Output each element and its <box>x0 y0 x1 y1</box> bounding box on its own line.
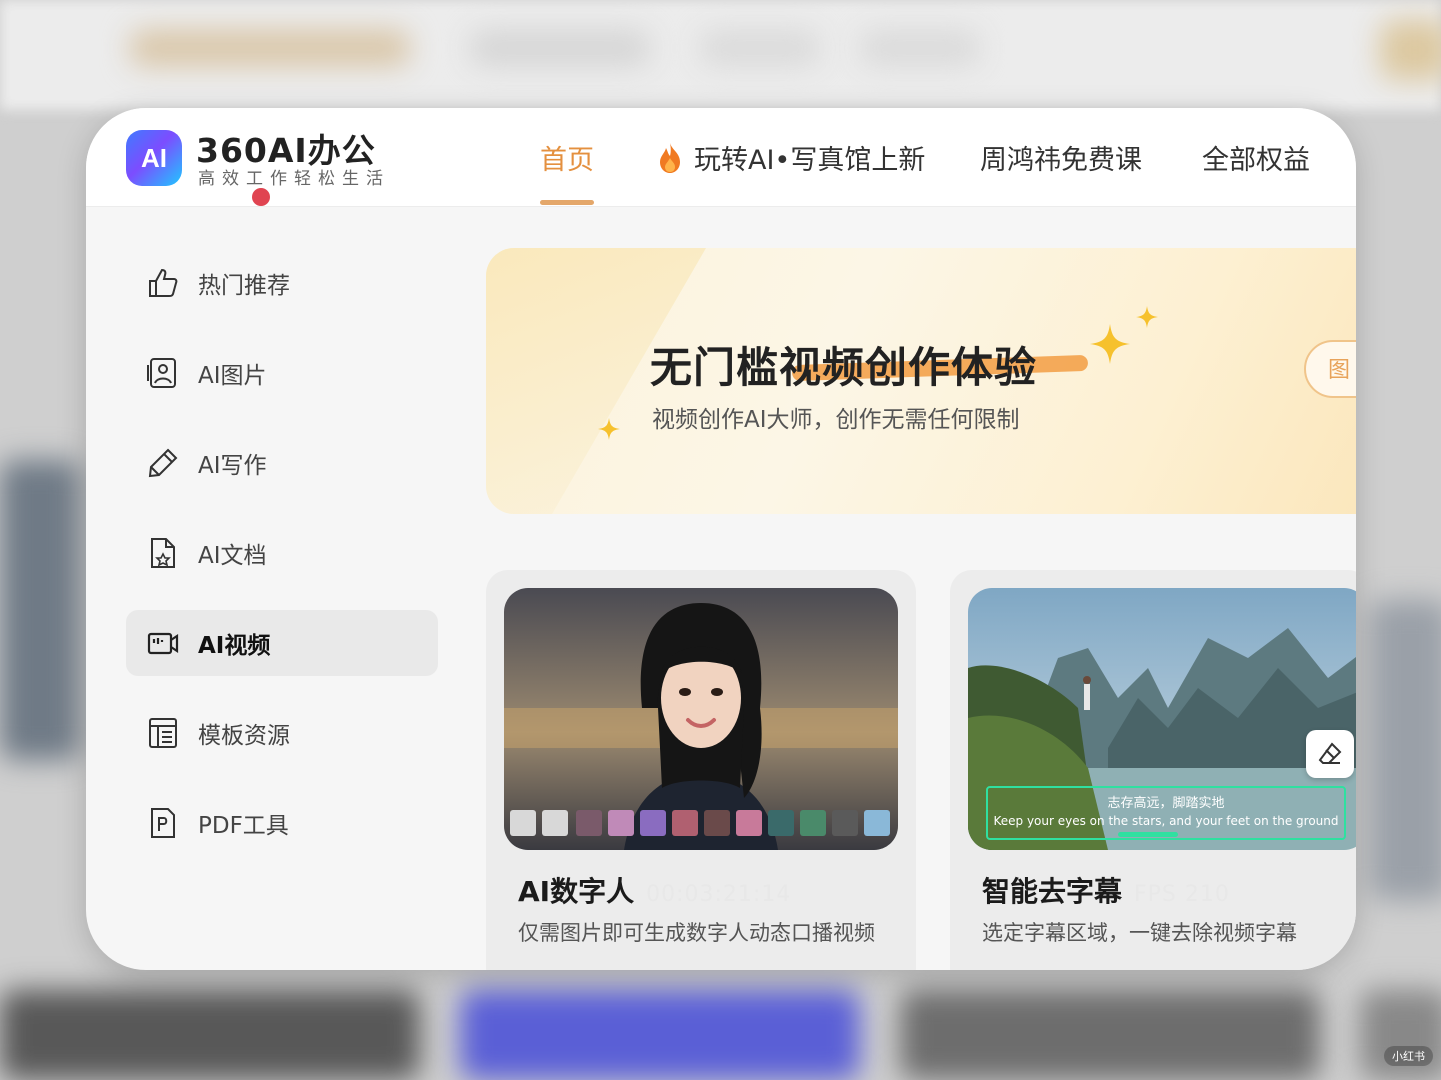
digital-human-preview <box>504 588 898 850</box>
sidebar-label: 热门推荐 <box>198 273 290 299</box>
sidebar-item-hot[interactable]: 热门推荐 <box>126 250 438 316</box>
fps-overlay: FPS 210 <box>1134 882 1230 907</box>
sidebar-label: PDF工具 <box>198 813 289 839</box>
card-description: 选定字幕区域，一键去除视频字幕 <box>982 921 1297 945</box>
sidebar-label: AI写作 <box>198 453 267 479</box>
subtitle-text-en: Keep your eyes on the stars, and your fe… <box>993 814 1339 828</box>
sidebar-label: AI图片 <box>198 363 267 389</box>
feature-card-digital-human[interactable]: AI数字人 00:03:21:14 仅需图片即可生成数字人动态口播视频 <box>486 570 916 970</box>
sidebar: 热门推荐 AI图片 AI写作 AI文档 AI视频 模板资源 PDF工具 <box>86 206 466 970</box>
nav-free-course[interactable]: 周鸿祎免费课 <box>980 138 1142 177</box>
card-title: 智能去字幕 FPS 210 <box>982 875 1230 908</box>
sparkle-icon <box>1136 306 1158 328</box>
eraser-button[interactable] <box>1306 730 1354 778</box>
watermark: 小红书 <box>1384 1046 1433 1066</box>
card-title: AI数字人 00:03:21:14 <box>518 875 792 908</box>
sidebar-item-ai-video[interactable]: AI视频 <box>126 610 438 676</box>
notification-dot <box>252 188 270 206</box>
pen-icon <box>148 448 178 478</box>
sidebar-label: AI文档 <box>198 543 267 569</box>
feature-card-remove-subtitles[interactable]: 志存高远，脚踏实地 Keep your eyes on the stars, a… <box>950 570 1356 970</box>
nav-active-underline <box>540 200 594 205</box>
document-icon <box>151 538 175 568</box>
sidebar-label: 模板资源 <box>198 723 290 749</box>
timecode-overlay: 00:03:21:14 <box>646 882 792 907</box>
banner-subtitle: 视频创作AI大师，创作无需任何限制 <box>652 407 1020 433</box>
logo-badge[interactable]: AI <box>126 130 182 186</box>
subtitle-text-cn: 志存高远，脚踏实地 <box>1107 796 1225 811</box>
pdf-icon <box>151 808 175 838</box>
app-window: AI 360AI办公 高效工作轻松生活 首页 玩转AI•写真馆上新 周鸿祎免费课… <box>86 108 1356 970</box>
selection-handle[interactable] <box>1118 832 1178 837</box>
sidebar-item-ai-doc[interactable]: AI文档 <box>126 520 438 586</box>
portrait-illustration <box>504 588 898 850</box>
nav-ai-photo-studio[interactable]: 玩转AI•写真馆上新 <box>656 138 925 177</box>
top-header: AI 360AI办公 高效工作轻松生活 首页 玩转AI•写真馆上新 周鸿祎免费课… <box>86 108 1356 207</box>
thumbs-up-icon <box>149 268 178 297</box>
promo-banner[interactable]: 无门槛视频创作体验 视频创作AI大师，创作无需任何限制 图 <box>486 248 1356 514</box>
subtitle-removal-preview: 志存高远，脚踏实地 Keep your eyes on the stars, a… <box>968 588 1356 850</box>
sidebar-label: AI视频 <box>198 633 271 659</box>
banner-title: 无门槛视频创作体验 <box>650 343 1038 392</box>
banner-action-button[interactable]: 图 <box>1304 340 1356 398</box>
fire-icon <box>660 142 680 173</box>
nav-all-rights[interactable]: 全部权益 <box>1202 138 1310 177</box>
logo-slogan: 高效工作轻松生活 <box>198 169 390 189</box>
nav-home[interactable]: 首页 <box>540 138 594 177</box>
sidebar-item-pdf[interactable]: PDF工具 <box>126 790 438 856</box>
eraser-icon <box>1318 742 1342 764</box>
template-icon <box>149 718 177 748</box>
video-icon <box>147 632 179 655</box>
sidebar-item-ai-image[interactable]: AI图片 <box>126 340 438 406</box>
sidebar-item-ai-writing[interactable]: AI写作 <box>126 430 438 496</box>
sparkle-icon <box>598 418 620 440</box>
image-icon <box>147 358 176 388</box>
card-description: 仅需图片即可生成数字人动态口播视频 <box>518 921 875 945</box>
sparkle-icon <box>1090 324 1130 364</box>
nav-promo-label: 玩转AI•写真馆上新 <box>694 145 926 176</box>
sidebar-item-templates[interactable]: 模板资源 <box>126 700 438 766</box>
